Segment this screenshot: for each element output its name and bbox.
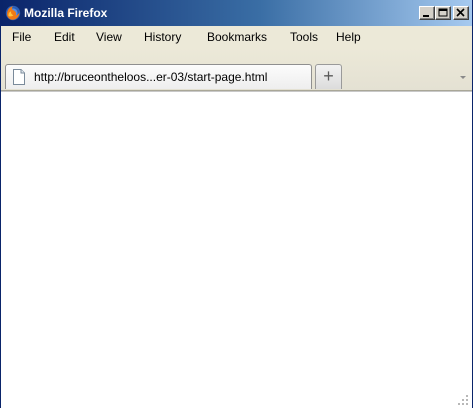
title-bar[interactable]: Mozilla Firefox — [1, 0, 472, 26]
plus-icon: + — [323, 66, 334, 86]
close-icon — [456, 8, 465, 17]
page-icon — [12, 69, 26, 85]
minimize-button[interactable] — [419, 6, 435, 20]
page-content[interactable] — [1, 91, 472, 408]
tab-strip: http://bruceontheloos...er-03/start-page… — [1, 48, 472, 91]
tab-list-arrow-icon[interactable] — [457, 70, 469, 84]
menu-help[interactable]: Help — [336, 30, 361, 44]
menu-bookmarks[interactable]: Bookmarks — [207, 30, 267, 44]
window-title: Mozilla Firefox — [24, 6, 108, 20]
menu-tools[interactable]: Tools — [290, 30, 318, 44]
resize-grip-icon[interactable] — [457, 393, 469, 405]
menu-view[interactable]: View — [96, 30, 122, 44]
tab-start-page[interactable]: http://bruceontheloos...er-03/start-page… — [5, 64, 312, 89]
new-tab-button[interactable]: + — [315, 64, 342, 89]
tab-title: http://bruceontheloos...er-03/start-page… — [34, 70, 268, 84]
browser-window: Mozilla Firefox File Edit View History B… — [0, 0, 473, 408]
maximize-button[interactable] — [435, 6, 451, 20]
menu-edit[interactable]: Edit — [54, 30, 75, 44]
close-button[interactable] — [453, 6, 469, 20]
firefox-icon — [5, 5, 21, 21]
maximize-icon — [438, 8, 448, 17]
menu-history[interactable]: History — [144, 30, 181, 44]
minimize-icon — [423, 15, 429, 17]
menu-file[interactable]: File — [12, 30, 31, 44]
menu-bar: File Edit View History Bookmarks Tools H… — [1, 26, 472, 48]
